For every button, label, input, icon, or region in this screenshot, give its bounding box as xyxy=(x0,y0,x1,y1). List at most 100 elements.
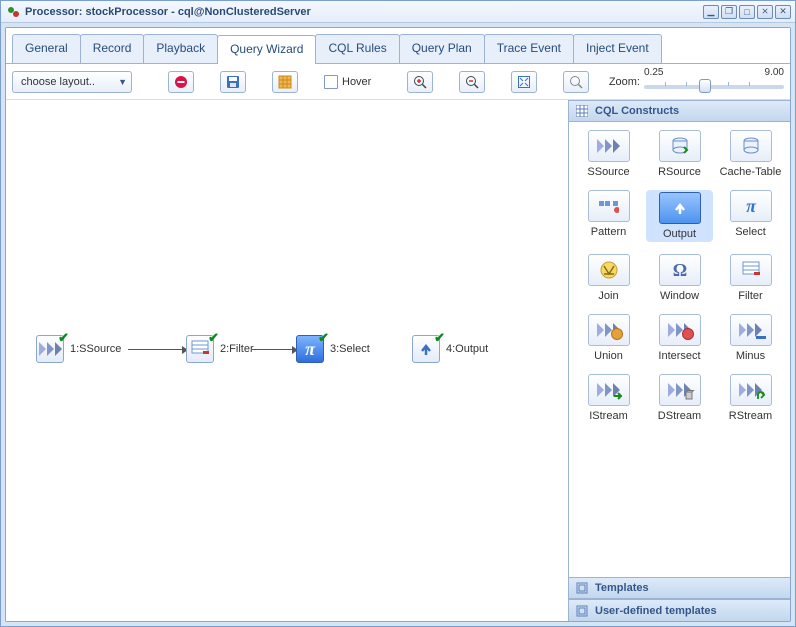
palette-item-select[interactable]: π Select xyxy=(717,190,784,242)
palette-item-istream[interactable]: IStream xyxy=(575,374,642,422)
canvas[interactable]: ✔1:SSource✔2:Filterπ✔3:Select✔4:Output xyxy=(6,100,568,621)
title-bar: Processor: stockProcessor - cql@NonClust… xyxy=(1,1,795,23)
zoom-min-label: 0.25 xyxy=(644,67,663,78)
intersect-icon xyxy=(659,314,701,346)
minimize-button[interactable]: ▁ xyxy=(703,5,719,19)
hover-label: Hover xyxy=(342,76,371,88)
templates-header-icon xyxy=(575,581,589,595)
palette-item-intersect[interactable]: Intersect xyxy=(646,314,713,362)
palette-item-cache[interactable]: Cache-Table xyxy=(717,130,784,178)
zoom-in-icon xyxy=(413,75,427,89)
save-icon xyxy=(226,75,240,89)
palette-item-minus[interactable]: Minus xyxy=(717,314,784,362)
zoom-in-button[interactable] xyxy=(407,71,433,93)
palette-grid: SSource RSource Cache-Table Pattern Output πS… xyxy=(575,130,784,422)
palette-item-label: Window xyxy=(660,290,699,302)
close-button[interactable]: ✕ xyxy=(775,5,791,19)
palette-item-pattern[interactable]: Pattern xyxy=(575,190,642,242)
check-icon: ✔ xyxy=(318,330,329,346)
tab-query-wizard[interactable]: Query Wizard xyxy=(217,35,316,64)
constructs-header-icon xyxy=(575,104,589,118)
user-templates-header-icon xyxy=(575,604,589,618)
select-icon: π xyxy=(730,190,772,222)
palette-item-label: Select xyxy=(735,226,766,238)
palette-item-label: IStream xyxy=(589,410,628,422)
ssource-icon: ✔ xyxy=(36,335,64,363)
tab-cql-rules[interactable]: CQL Rules xyxy=(315,34,399,63)
tab-playback[interactable]: Playback xyxy=(143,34,218,63)
hover-checkbox[interactable]: Hover xyxy=(324,75,371,89)
clear-button[interactable] xyxy=(272,71,298,93)
layout-dropdown[interactable]: choose layout.. ▼ xyxy=(12,71,132,93)
palette-item-output[interactable]: Output xyxy=(646,190,713,242)
output-icon: ✔ xyxy=(412,335,440,363)
save-button[interactable] xyxy=(220,71,246,93)
zoom-slider[interactable]: 0.25 9.00 xyxy=(644,67,784,97)
constructs-header-label: CQL Constructs xyxy=(595,105,679,117)
constructs-header[interactable]: CQL Constructs xyxy=(569,100,790,122)
node-label: 1:SSource xyxy=(70,343,121,355)
palette-panel: CQL Constructs SSource RSource Cache-Table… xyxy=(568,100,790,621)
check-icon: ✔ xyxy=(434,330,445,346)
palette-item-label: Output xyxy=(663,228,696,240)
rsource-icon xyxy=(659,130,701,162)
fit-button[interactable] xyxy=(511,71,537,93)
svg-text:π: π xyxy=(305,340,316,358)
palette-item-rstream[interactable]: RStream xyxy=(717,374,784,422)
palette-item-label: RStream xyxy=(729,410,772,422)
node-label: 3:Select xyxy=(330,343,370,355)
palette-item-ssource[interactable]: SSource xyxy=(575,130,642,178)
tab-record[interactable]: Record xyxy=(80,34,145,63)
maximize-button[interactable]: □ xyxy=(739,5,755,19)
node-select[interactable]: π✔3:Select xyxy=(296,335,370,363)
node-label: 2:Filter xyxy=(220,343,254,355)
edge xyxy=(128,349,184,350)
cache-icon xyxy=(730,130,772,162)
fit-icon xyxy=(517,75,531,89)
palette-item-label: Minus xyxy=(736,350,765,362)
tab-query-plan[interactable]: Query Plan xyxy=(399,34,485,63)
union-icon xyxy=(588,314,630,346)
delete-button[interactable] xyxy=(168,71,194,93)
templates-header-label: Templates xyxy=(595,582,649,594)
node-filter[interactable]: ✔2:Filter xyxy=(186,335,254,363)
client-area: GeneralRecordPlaybackQuery WizardCQL Rul… xyxy=(5,27,791,622)
ssource-icon xyxy=(588,130,630,162)
user-templates-header[interactable]: User-defined templates xyxy=(569,599,790,621)
slider-knob[interactable] xyxy=(699,79,711,93)
zoom-out-icon xyxy=(465,75,479,89)
filter-icon xyxy=(730,254,772,286)
user-templates-header-label: User-defined templates xyxy=(595,605,717,617)
join-icon xyxy=(588,254,630,286)
chevron-down-icon: ▼ xyxy=(118,77,127,87)
node-label: 4:Output xyxy=(446,343,488,355)
palette-item-label: SSource xyxy=(587,166,629,178)
node-ssource[interactable]: ✔ 1:SSource xyxy=(36,335,121,363)
palette-item-filter[interactable]: Filter xyxy=(717,254,784,302)
palette-item-label: Join xyxy=(598,290,618,302)
check-icon: ✔ xyxy=(58,330,69,346)
palette-item-rsource[interactable]: RSource xyxy=(646,130,713,178)
palette-item-union[interactable]: Union xyxy=(575,314,642,362)
window-icon: Ω xyxy=(659,254,701,286)
window-controls: ▁ ❐ □ ⨯ ✕ xyxy=(703,5,791,19)
output-icon xyxy=(659,192,701,224)
zoom-out-button[interactable] xyxy=(459,71,485,93)
zoom-select-button[interactable] xyxy=(563,71,589,93)
palette-item-join[interactable]: Join xyxy=(575,254,642,302)
istream-icon xyxy=(588,374,630,406)
palette-item-window[interactable]: Ω Window xyxy=(646,254,713,302)
tab-inject-event[interactable]: Inject Event xyxy=(573,34,662,63)
tab-general[interactable]: General xyxy=(12,34,81,63)
palette-item-label: Cache-Table xyxy=(720,166,782,178)
node-output[interactable]: ✔ 4:Output xyxy=(412,335,488,363)
edge xyxy=(252,349,294,350)
collapse-button[interactable]: ⨯ xyxy=(757,5,773,19)
restore-down-button[interactable]: ❐ xyxy=(721,5,737,19)
tab-trace-event[interactable]: Trace Event xyxy=(484,34,574,63)
palette-item-label: Pattern xyxy=(591,226,626,238)
toolbar: choose layout.. ▼ Hover xyxy=(6,64,790,100)
palette-item-dstream[interactable]: DStream xyxy=(646,374,713,422)
templates-header[interactable]: Templates xyxy=(569,577,790,599)
rstream-icon xyxy=(730,374,772,406)
